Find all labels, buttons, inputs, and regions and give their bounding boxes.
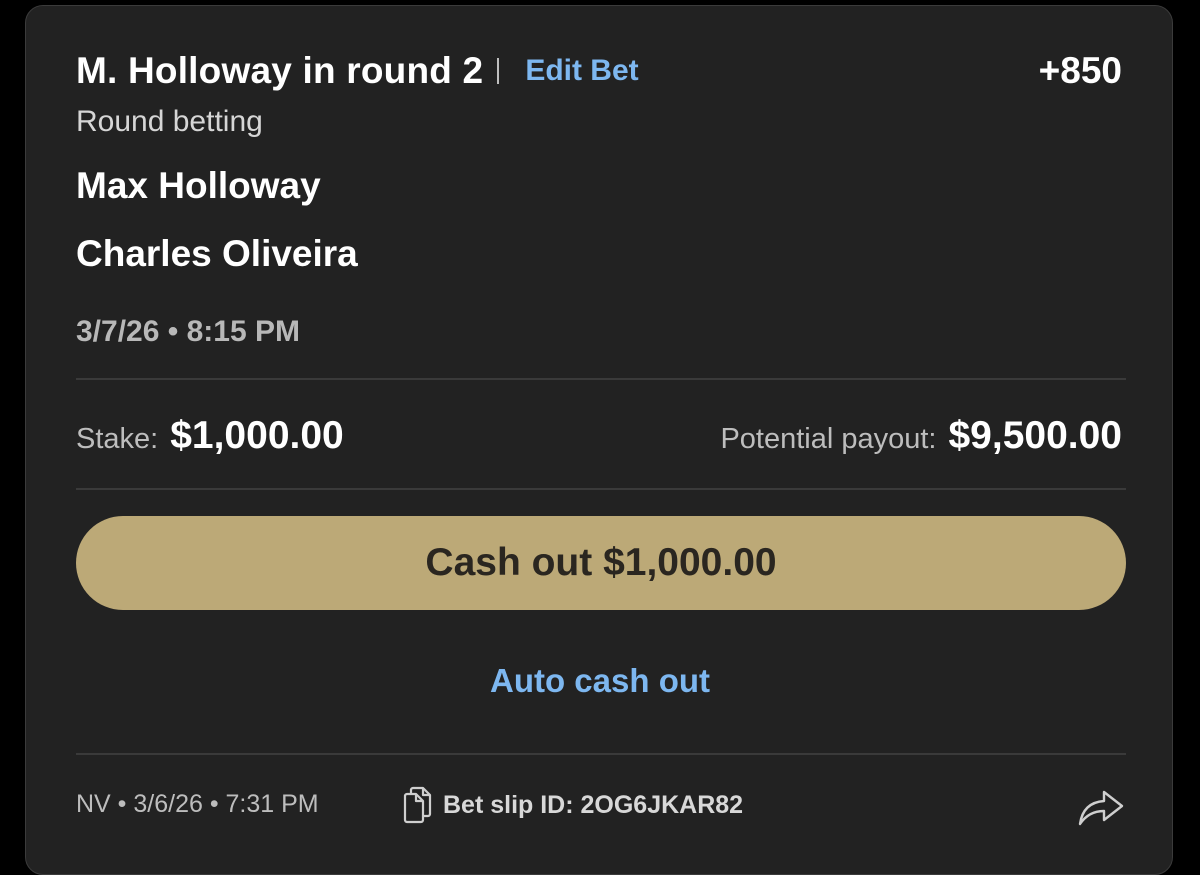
stake-amount: $1,000.00 <box>170 414 344 457</box>
payout-label: Potential payout: <box>720 423 937 455</box>
fighter-name-2: Charles Oliveira <box>76 233 358 274</box>
bet-title-row: M. Holloway in round 2 Edit Bet <box>76 50 639 92</box>
copy-icon <box>403 786 432 824</box>
bet-slip-id-text: Bet slip ID: 2OG6JKAR82 <box>443 790 744 819</box>
title-divider <box>497 58 500 84</box>
bet-slip-id[interactable]: Bet slip ID: 2OG6JKAR82 <box>401 786 743 824</box>
bet-card: M. Holloway in round 2 Edit Bet +850 Rou… <box>25 5 1173 875</box>
stake-row: Stake: $1,000.00 <box>76 414 344 458</box>
bet-odds: +850 <box>1038 50 1122 91</box>
payout-amount: $9,500.00 <box>948 414 1122 457</box>
bet-market: Round betting <box>76 105 263 138</box>
divider <box>76 378 1126 380</box>
bet-title: M. Holloway in round 2 <box>76 50 484 91</box>
divider <box>76 753 1126 755</box>
fighter-name-1: Max Holloway <box>76 165 321 206</box>
payout-row: Potential payout: $9,500.00 <box>720 414 1122 458</box>
event-datetime: 3/7/26 • 8:15 PM <box>76 315 300 348</box>
divider <box>76 488 1126 490</box>
placed-info: NV • 3/6/26 • 7:31 PM <box>76 790 319 818</box>
auto-cash-out-link[interactable]: Auto cash out <box>26 662 1174 700</box>
edit-bet-link[interactable]: Edit Bet <box>525 54 638 88</box>
share-arrow-icon[interactable] <box>1076 784 1126 828</box>
cash-out-button[interactable]: Cash out $1,000.00 <box>76 516 1126 610</box>
stake-label: Stake: <box>76 423 159 455</box>
